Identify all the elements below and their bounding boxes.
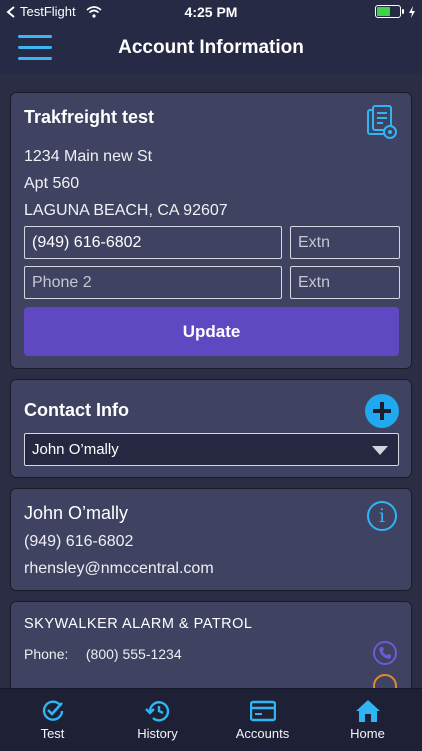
update-button[interactable]: Update: [24, 307, 399, 356]
contact-info-card: Contact Info John O’mally: [10, 379, 412, 478]
content-scroll[interactable]: Trakfreight test 1234 Main new St Apt 56…: [0, 74, 422, 688]
history-icon: [144, 701, 169, 722]
add-contact-icon[interactable]: [365, 394, 399, 428]
contact-person-name: John O’mally: [24, 503, 129, 523]
contact-person-email[interactable]: rhensley@nmccentral.com: [24, 560, 214, 578]
company-phone-row: Phone: (800) 555-1234: [24, 646, 182, 662]
company-card: SKYWALKER ALARM & PATROL Phone: (800) 55…: [10, 601, 412, 688]
contact-select[interactable]: John O’mally: [24, 433, 399, 466]
tab-accounts[interactable]: Accounts: [210, 689, 315, 751]
address-line-2: Apt 560: [24, 175, 80, 192]
account-name: Trakfreight test: [24, 107, 155, 127]
phone1-extn-input[interactable]: Extn: [290, 226, 400, 259]
status-time: 4:25 PM: [184, 4, 238, 20]
battery-fill: [377, 7, 391, 16]
home-icon: [355, 700, 380, 722]
phone2-extn-input[interactable]: Extn: [290, 266, 400, 299]
page-title: Account Information: [118, 37, 304, 58]
nav-bar: Account Information: [0, 24, 422, 74]
tab-history-label: History: [137, 726, 178, 741]
tab-accounts-label: Accounts: [235, 726, 290, 741]
status-right: [375, 5, 416, 18]
card-icon: [249, 700, 276, 722]
tab-history[interactable]: History: [105, 689, 210, 751]
charging-bolt-icon: [409, 5, 415, 18]
contact-info-title: Contact Info: [24, 400, 129, 420]
phone1-input[interactable]: (949) 616-6802: [24, 226, 282, 259]
account-card: Trakfreight test 1234 Main new St Apt 56…: [10, 92, 412, 369]
city-line: LAGUNA BEACH, CA 92607: [24, 202, 228, 219]
company-phone-label: Phone:: [24, 646, 69, 662]
company-phone-value: (800) 555-1234: [85, 646, 182, 662]
phone2-input[interactable]: Phone 2: [24, 266, 282, 299]
tab-test[interactable]: Test: [0, 689, 105, 751]
info-icon[interactable]: i: [367, 501, 397, 531]
document-view-icon[interactable]: [367, 105, 397, 139]
call-phone-icon[interactable]: [373, 641, 397, 665]
tab-test-label: Test: [40, 726, 65, 741]
check-circle-icon: [42, 700, 63, 721]
contact-person-phone[interactable]: (949) 616-6802: [24, 533, 133, 551]
status-bar: TestFlight 4:25 PM: [0, 0, 422, 24]
secondary-action-icon[interactable]: [373, 674, 397, 688]
battery-icon: [375, 5, 404, 18]
contact-select-value: John O’mally: [32, 441, 119, 458]
address-line-1: 1234 Main new St: [24, 148, 153, 165]
company-name: SKYWALKER ALARM & PATROL: [24, 616, 253, 632]
tab-home[interactable]: Home: [315, 689, 420, 751]
tab-bar: Test History Accounts Home: [0, 688, 422, 751]
contact-person-card[interactable]: John O’mally i (949) 616-6802 rhensley@n…: [10, 488, 412, 591]
chevron-down-icon: [372, 446, 388, 455]
tab-home-label: Home: [350, 726, 385, 741]
